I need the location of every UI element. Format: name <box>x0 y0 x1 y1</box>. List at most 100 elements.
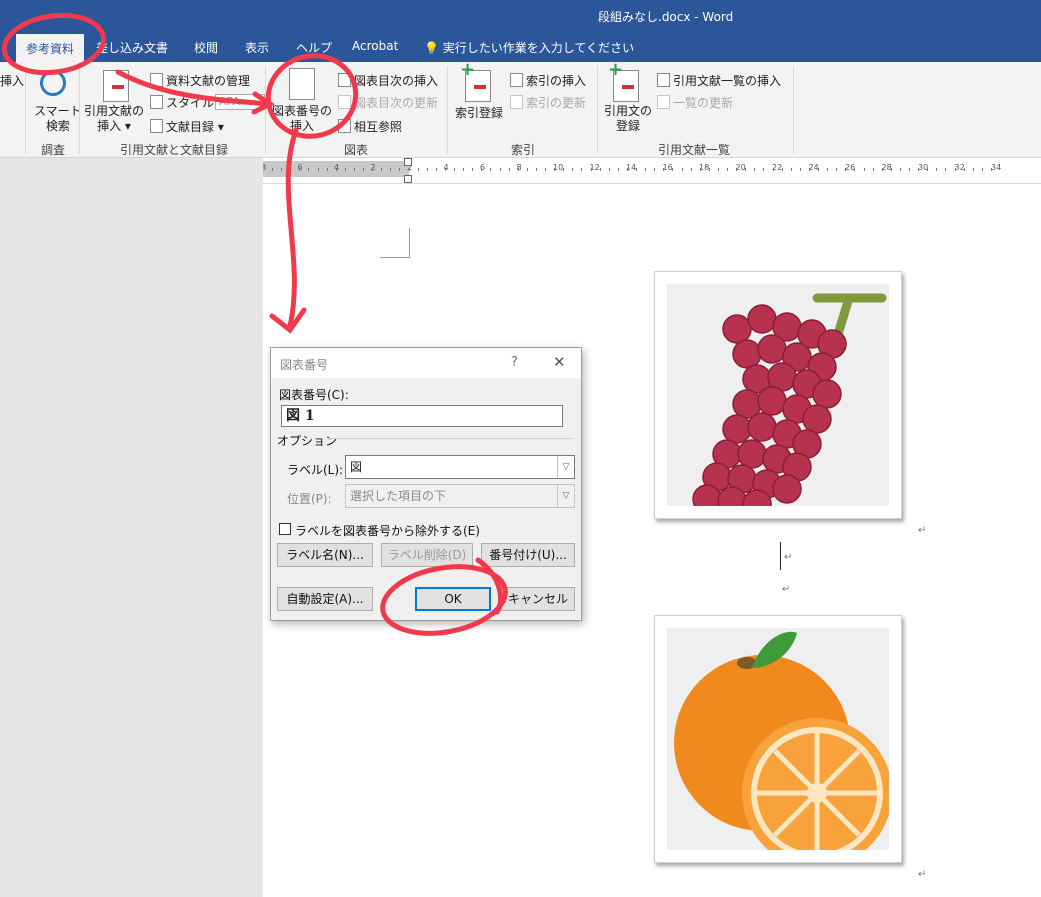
ruler-tick <box>545 168 546 171</box>
ruler-tick <box>845 168 847 171</box>
ruler-tick <box>827 168 829 171</box>
label-select[interactable]: 図 ▽ <box>345 455 575 479</box>
ruler-tick <box>372 168 374 171</box>
ruler-tick <box>417 168 419 171</box>
orange-picture[interactable] <box>654 615 902 863</box>
delete-label-button[interactable]: ラベル削除(D) <box>381 543 473 567</box>
update-table-of-authorities-button[interactable]: 一覧の更新 <box>657 94 733 111</box>
cut-off-insert-button[interactable]: 挿入 <box>0 72 24 89</box>
ruler-tick <box>363 168 364 171</box>
ruler-tick <box>717 168 719 171</box>
caption-input[interactable]: 図 1 <box>281 405 563 427</box>
grape-berry <box>802 404 832 434</box>
autocaption-button[interactable]: 自動設定(A)... <box>277 587 373 611</box>
style-dropdown[interactable]: APA <box>215 94 265 110</box>
tab-mailings[interactable]: 差し込み文書 <box>96 39 168 56</box>
ruler-tick <box>818 168 819 171</box>
ruler-tick <box>945 168 947 171</box>
ruler-tick <box>754 168 756 171</box>
magnifier-icon <box>40 70 66 96</box>
style-label-text: スタイル: <box>166 96 219 110</box>
ruler-number: 8 <box>263 163 266 172</box>
ruler-tick <box>681 168 683 171</box>
bibliography-button[interactable]: 文献目録 ▾ <box>150 118 224 135</box>
ruler-tick <box>490 168 492 171</box>
ruler-tick <box>927 168 929 171</box>
tab-help[interactable]: ヘルプ <box>296 39 332 56</box>
ruler-tick <box>426 168 428 171</box>
ok-button[interactable]: OK <box>415 587 491 611</box>
ruler-tick <box>508 168 510 171</box>
group-label-table-of-authorities: 引用文献一覧 <box>658 143 731 157</box>
mark-entry-label: 索引登録 <box>455 106 504 120</box>
insert-table-of-authorities-button[interactable]: 引用文献一覧の挿入 <box>657 72 781 89</box>
ruler-tick <box>581 168 583 171</box>
indent-marker-icon[interactable] <box>404 158 412 166</box>
new-label-button[interactable]: ラベル名(N)... <box>277 543 373 567</box>
ruler-tick <box>272 168 273 171</box>
horizontal-ruler[interactable]: 8642246810121416182022242628303234 <box>263 158 1041 184</box>
ruler-tick <box>954 168 956 171</box>
chevron-down-icon: ▽ <box>557 485 574 507</box>
ruler-tick <box>981 168 983 171</box>
paragraph-mark: ↵ <box>918 525 927 536</box>
insert-index-button[interactable]: 索引の挿入 <box>510 72 586 89</box>
label-field-label: ラベル(L): <box>287 463 344 477</box>
update-table-of-figures-button[interactable]: 図表目次の更新 <box>338 94 438 111</box>
ruler-tick <box>772 168 774 171</box>
tab-acrobat[interactable]: Acrobat <box>352 39 398 53</box>
tab-view[interactable]: 表示 <box>245 39 269 56</box>
page-corner-mark <box>380 228 410 258</box>
ruler-tick <box>599 168 601 171</box>
ruler-tick <box>463 168 465 171</box>
left-indent-marker-icon[interactable] <box>404 175 412 183</box>
grape-berry <box>732 339 762 369</box>
ruler-tick <box>390 168 392 171</box>
tell-me-box[interactable]: 💡 実行したい作業を入力してください <box>424 39 634 56</box>
ruler-tick <box>736 168 738 171</box>
tab-references[interactable]: 参考資料 <box>16 34 85 62</box>
text-cursor <box>780 542 781 570</box>
numbering-button[interactable]: 番号付け(U)... <box>481 543 575 567</box>
window-title: 段組みなし.docx - Word <box>598 10 734 24</box>
ruler-tick <box>617 168 619 171</box>
mark-citation-icon <box>608 59 639 102</box>
paragraph-mark: ↵ <box>784 552 793 563</box>
style-icon <box>150 95 163 109</box>
ruler-tick <box>690 168 692 171</box>
insert-table-of-figures-button[interactable]: 図表目次の挿入 <box>338 72 438 89</box>
ruler-tick <box>572 168 574 171</box>
grape-berry <box>757 386 787 416</box>
cross-reference-label: 相互参照 <box>354 120 403 134</box>
ruler-tick <box>672 168 674 171</box>
ruler-tick <box>526 168 528 171</box>
insert-index-label: 索引の挿入 <box>526 74 587 88</box>
ruler-tick <box>790 168 792 171</box>
grape-berry <box>692 484 722 506</box>
tab-review[interactable]: 校閲 <box>194 39 218 56</box>
cross-reference-button[interactable]: 相互参照 <box>338 118 402 135</box>
ruler-tick <box>435 168 437 171</box>
ruler-tick <box>654 168 656 171</box>
ruler-number: 34 <box>991 163 1002 172</box>
group-label-index: 索引 <box>511 143 536 157</box>
update-authorities-icon <box>657 95 670 109</box>
cancel-button[interactable]: キャンセル <box>501 587 575 611</box>
grapes-picture[interactable] <box>654 271 902 519</box>
dialog-title: 図表番号 <box>280 358 329 372</box>
mark-citation-label: 引用文の 登録 <box>604 104 653 133</box>
position-select[interactable]: 選択した項目の下 ▽ <box>345 484 575 508</box>
style-label: スタイル: <box>150 94 218 111</box>
grapes-image <box>667 284 889 506</box>
close-icon[interactable]: ✕ <box>553 353 566 371</box>
manage-sources-button[interactable]: 資料文献の管理 <box>150 72 250 89</box>
ruler-tick <box>872 168 874 171</box>
exclude-label-checkbox[interactable] <box>279 523 291 535</box>
ruler-tick <box>708 168 710 171</box>
insert-citation-label: 引用文献の 挿入 ▾ <box>84 104 145 133</box>
update-index-button[interactable]: 索引の更新 <box>510 94 586 111</box>
help-button[interactable]: ? <box>511 355 518 370</box>
tell-me-text: 実行したい作業を入力してください <box>442 41 635 55</box>
caption-dialog: 図表番号 ? ✕ 図表番号(C): 図 1 オプション ラベル(L): 図 ▽ … <box>270 347 582 621</box>
ruler-tick <box>381 168 383 171</box>
